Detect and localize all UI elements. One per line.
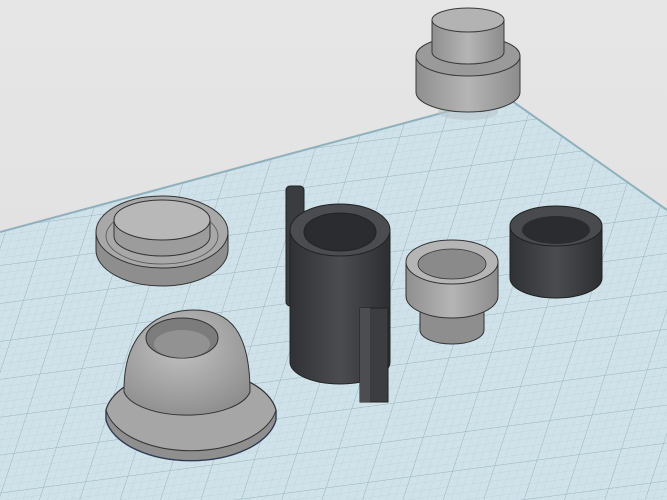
dark-ring[interactable] — [509, 205, 603, 299]
tube-with-tabs[interactable] — [285, 185, 391, 403]
viewport-canvas[interactable] — [0, 0, 667, 500]
workspace-viewport[interactable] — [0, 0, 667, 500]
stepped-cylinder[interactable] — [415, 7, 521, 120]
flanged-disc[interactable] — [95, 195, 229, 287]
small-cup[interactable] — [405, 239, 499, 345]
